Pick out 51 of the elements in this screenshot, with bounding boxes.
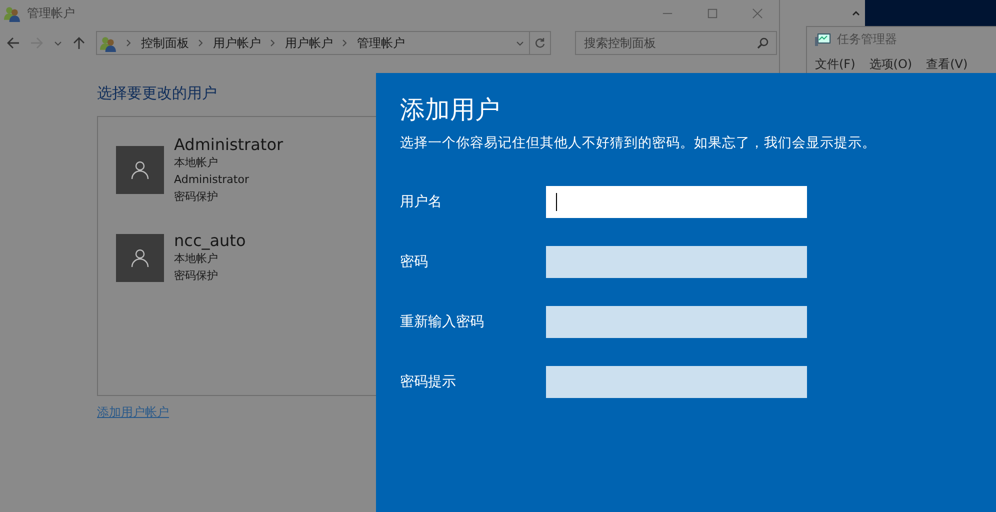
chevron-down-icon[interactable] <box>54 39 62 47</box>
breadcrumb-item[interactable]: 用户帐户 <box>213 34 261 52</box>
close-icon[interactable] <box>752 8 763 18</box>
user-name[interactable]: ncc_auto <box>174 231 246 250</box>
menu-item[interactable]: 查看(V) <box>926 56 968 73</box>
input-field[interactable] <box>546 246 807 278</box>
user-detail: 密码保护 <box>174 189 219 205</box>
input-field[interactable] <box>546 186 807 218</box>
avatar[interactable] <box>116 234 164 282</box>
user-detail: 密码保护 <box>174 268 219 284</box>
dialog-description: 选择一个你容易记住但其他人不好猜到的密码。如果忘了，我们会显示提示。 <box>400 134 877 152</box>
breadcrumb-item[interactable]: 管理帐户 <box>357 34 405 52</box>
chevron-right-icon <box>126 39 132 47</box>
refresh-icon <box>534 37 546 49</box>
chevron-right-icon <box>270 39 276 47</box>
back-arrow-icon[interactable] <box>6 36 20 50</box>
search-icon <box>757 37 769 49</box>
chevron-up-icon[interactable] <box>852 9 860 17</box>
users-icon <box>100 34 117 52</box>
text-cursor <box>556 193 557 211</box>
field-label: 用户名 <box>400 193 443 211</box>
breadcrumb-item[interactable]: 用户帐户 <box>285 34 333 52</box>
person-icon <box>130 160 150 180</box>
user-detail: 本地帐户 <box>174 155 219 171</box>
chevron-right-icon <box>198 39 204 47</box>
dialog-title: 添加用户 <box>400 94 501 126</box>
input-field[interactable] <box>546 306 807 338</box>
monitor-icon <box>815 32 831 46</box>
address-bar[interactable]: 控制面板 用户帐户 用户帐户 管理帐户 <box>96 31 530 55</box>
user-detail: 本地帐户 <box>174 251 219 267</box>
refresh-button[interactable] <box>530 31 551 55</box>
field-label: 密码 <box>400 253 429 271</box>
breadcrumb-item[interactable]: 控制面板 <box>141 34 189 52</box>
users-icon <box>4 4 21 22</box>
up-arrow-icon[interactable] <box>72 36 86 50</box>
maximize-icon[interactable] <box>707 8 718 18</box>
search-field[interactable]: 搜索控制面板 <box>575 31 777 55</box>
chevron-down-icon[interactable] <box>516 39 524 47</box>
section-heading: 选择要更改的用户 <box>97 84 217 103</box>
window-title: 任务管理器 <box>837 31 897 48</box>
field-label: 重新输入密码 <box>400 313 485 331</box>
window-title: 管理帐户 <box>27 4 75 22</box>
chevron-right-icon <box>342 39 348 47</box>
user-name[interactable]: Administrator <box>174 135 284 154</box>
person-icon <box>130 248 150 268</box>
menu-item[interactable]: 选项(O) <box>869 56 912 73</box>
user-detail: Administrator <box>174 172 250 188</box>
menu-item[interactable]: 文件(F) <box>815 56 856 73</box>
input-field[interactable] <box>546 366 807 398</box>
field-label: 密码提示 <box>400 373 457 391</box>
avatar[interactable] <box>116 146 164 194</box>
